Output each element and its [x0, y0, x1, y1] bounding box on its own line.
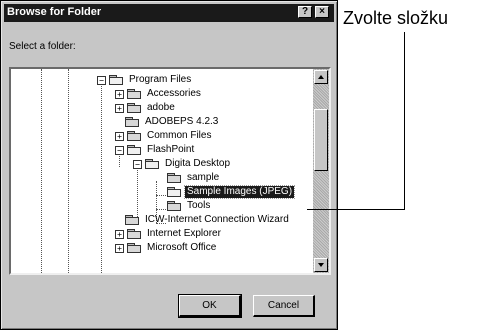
tree-item-flashpoint[interactable]: − FlashPoint [115, 143, 196, 157]
browse-for-folder-dialog: Browse for Folder ? × Select a folder: −… [0, 0, 338, 330]
folder-icon [167, 201, 181, 211]
tree-item-common-files[interactable]: + Common Files [115, 129, 213, 143]
open-folder-icon [167, 187, 181, 197]
tree-item-label: Common Files [147, 130, 212, 141]
folder-icon [125, 117, 139, 127]
expand-icon[interactable]: + [115, 243, 124, 253]
tree-guide-line [101, 83, 102, 273]
expand-icon[interactable]: + [115, 131, 124, 141]
annotation-leader-line [404, 32, 405, 210]
collapse-icon[interactable]: − [97, 75, 106, 85]
vertical-scrollbar[interactable] [313, 69, 329, 273]
close-button[interactable]: × [315, 6, 329, 18]
tree-item-label: FlashPoint [147, 144, 195, 155]
folder-icon [127, 131, 141, 141]
annotation-text: Zvolte složku [343, 8, 449, 28]
cancel-button[interactable]: Cancel [253, 295, 315, 317]
open-folder-icon [109, 75, 123, 85]
scroll-down-icon[interactable] [314, 258, 328, 272]
select-folder-prompt: Select a folder: [9, 41, 76, 52]
tree-item-icw[interactable]: ICW-Internet Connection Wizard [125, 213, 291, 227]
tree-item-sample-images[interactable]: Sample Images (JPEG) [167, 185, 296, 199]
tree-item-label-selected: Sample Images (JPEG) [183, 185, 296, 199]
open-folder-icon [127, 145, 141, 155]
title-bar[interactable]: Browse for Folder ? × [4, 4, 334, 22]
scroll-thumb[interactable] [314, 109, 328, 171]
folder-icon [125, 215, 139, 225]
folder-icon [167, 173, 181, 183]
dialog-title: Browse for Folder [7, 6, 102, 18]
collapse-icon[interactable]: − [133, 159, 142, 169]
tree-guide-line [41, 69, 42, 273]
tree-item-sample[interactable]: sample [167, 171, 221, 185]
tree-item-label: Digita Desktop [165, 158, 231, 169]
folder-icon [127, 243, 141, 253]
tree-item-program-files[interactable]: − Program Files [97, 73, 193, 87]
tree-item-label: Accessories [147, 88, 201, 99]
folder-tree: − Program Files + Accessories + adobe AD… [11, 69, 311, 273]
tree-item-label: Tools [187, 200, 211, 211]
tree-item-label: Internet Explorer [147, 228, 221, 239]
expand-icon[interactable]: + [115, 103, 124, 113]
tree-item-label: ICW-Internet Connection Wizard [145, 214, 289, 225]
scroll-up-icon[interactable] [314, 70, 328, 84]
tree-item-label: Microsoft Office [147, 242, 217, 253]
tree-item-label: sample [187, 172, 220, 183]
collapse-icon[interactable]: − [115, 145, 124, 155]
tree-item-label: Program Files [129, 74, 192, 85]
tree-item-microsoft-office[interactable]: + Microsoft Office [115, 241, 218, 255]
tree-item-adobeps[interactable]: ADOBEPS 4.2.3 [125, 115, 220, 129]
ok-button[interactable]: OK [178, 294, 242, 318]
tree-item-label: adobe [147, 102, 175, 113]
folder-icon [127, 229, 141, 239]
help-button[interactable]: ? [298, 6, 312, 18]
annotation-leader-line [307, 209, 405, 210]
tree-item-digita-desktop[interactable]: − Digita Desktop [133, 157, 232, 171]
folder-icon [127, 89, 141, 99]
expand-icon[interactable]: + [115, 229, 124, 239]
open-folder-icon [145, 159, 159, 169]
expand-icon[interactable]: + [115, 89, 124, 99]
tree-guide-line [156, 195, 166, 196]
tree-item-tools[interactable]: Tools [167, 199, 212, 213]
tree-guide-line [68, 69, 69, 273]
folder-icon [127, 103, 141, 113]
tree-item-label: ADOBEPS 4.2.3 [145, 116, 219, 127]
tree-item-internet-explorer[interactable]: + Internet Explorer [115, 227, 223, 241]
folder-tree-view[interactable]: − Program Files + Accessories + adobe AD… [9, 67, 331, 275]
tree-guide-line [156, 209, 166, 210]
tree-item-adobe[interactable]: + adobe [115, 101, 177, 115]
tree-item-accessories[interactable]: + Accessories [115, 87, 203, 101]
